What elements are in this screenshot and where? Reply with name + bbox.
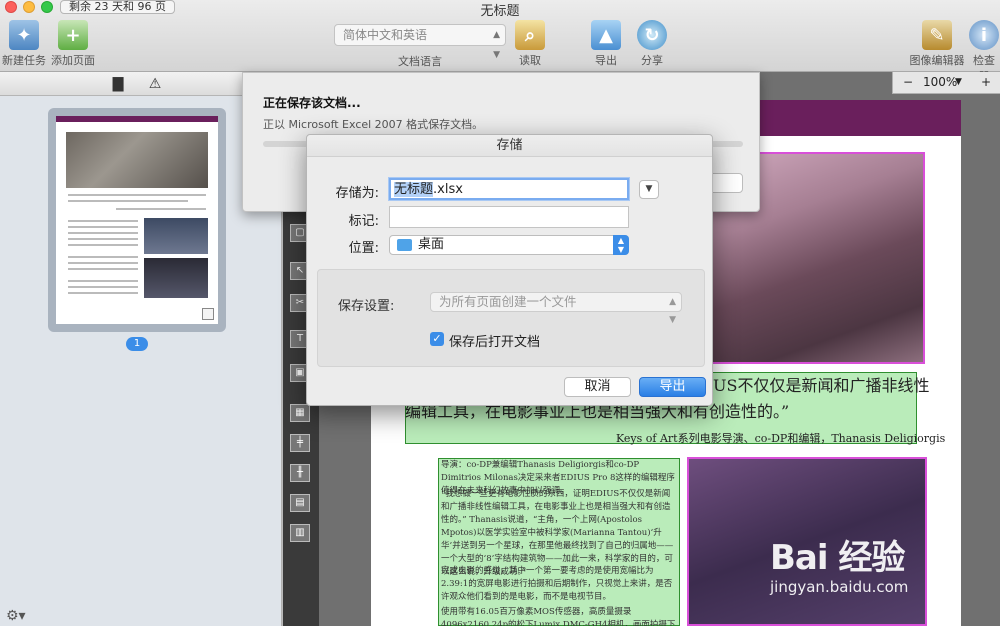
filename-selected: 无标题 bbox=[394, 182, 434, 197]
quote-tail: US不仅仅是新闻和广播非线性 bbox=[713, 376, 930, 395]
cancel-button[interactable]: 取消 bbox=[564, 377, 631, 397]
tags-label: 标记: bbox=[348, 214, 379, 229]
add-row-icon[interactable]: ╫ bbox=[290, 464, 310, 482]
checkmark-icon: ✓ bbox=[432, 332, 442, 345]
export-confirm-button[interactable]: 导出 bbox=[639, 377, 706, 397]
export-label: 导出 bbox=[595, 54, 617, 67]
location-value: 桌面 bbox=[418, 237, 445, 252]
page-number-badge: 1 bbox=[126, 337, 148, 351]
share-button[interactable]: ↻ 分享 bbox=[634, 20, 670, 68]
new-task-label: 新建任务 bbox=[2, 54, 46, 67]
read-button[interactable]: ⌕ 读取 bbox=[514, 20, 546, 68]
read-magnifier-icon: ⌕ bbox=[515, 20, 545, 50]
saving-title: 正在保存该文档... bbox=[263, 96, 361, 110]
wand-icon: ✦ bbox=[9, 20, 39, 50]
body-paragraph-4: 使用带有16.05百万像素MOS传感器，高质量摄录4096x2160 24p的松… bbox=[441, 607, 676, 626]
save-dialog: 存储 存储为: 无标题.xlsx ▼ 标记: 位置: 桌面 ▲ ▼ 保存设置: 为… bbox=[306, 134, 713, 406]
saving-subtitle: 正以 Microsoft Excel 2007 格式保存文档。 bbox=[263, 118, 484, 131]
folder-icon bbox=[397, 239, 412, 251]
stepper-arrows-icon: ▲ ▼ bbox=[493, 30, 500, 60]
image-editor-icon: ✎ bbox=[922, 20, 952, 50]
tags-input[interactable] bbox=[389, 206, 629, 228]
zoom-in-button[interactable]: + bbox=[981, 75, 991, 89]
open-after-save-label[interactable]: 保存后打开文档 bbox=[449, 331, 540, 350]
read-label: 读取 bbox=[519, 54, 541, 67]
stepper-arrows-icon: ▲ ▼ bbox=[613, 235, 629, 255]
chevron-down-icon: ▼ bbox=[645, 184, 653, 194]
save-settings-label: 保存设置: bbox=[338, 299, 395, 314]
baidu-watermark: Bai 经验 jingyan.baidu.com bbox=[770, 530, 908, 596]
language-select[interactable]: 简体中文和英语 ▲ ▼ bbox=[334, 24, 506, 60]
share-label: 分享 bbox=[641, 54, 663, 67]
filename-extension: .xlsx bbox=[433, 182, 463, 197]
document-icon[interactable]: ▇ bbox=[109, 75, 127, 93]
page-thumbnail[interactable] bbox=[48, 108, 226, 332]
zoom-value[interactable]: 100% bbox=[923, 75, 957, 89]
image-editor-label: 图像编辑器 bbox=[909, 54, 965, 67]
where-label: 位置: bbox=[348, 241, 379, 256]
watermark-url: jingyan.baidu.com bbox=[770, 578, 909, 596]
add-page-button[interactable]: + 添加页面 bbox=[50, 20, 96, 68]
page-corner-icon bbox=[202, 308, 214, 320]
zoom-control: − 100% ▼ + bbox=[892, 72, 1000, 94]
add-page-label: 添加页面 bbox=[51, 54, 95, 67]
export-folder-icon: ▲ bbox=[591, 20, 621, 50]
image-editor-button[interactable]: ✎ 图像编辑器 bbox=[908, 20, 966, 68]
location-select[interactable]: 桌面 ▲ ▼ bbox=[389, 235, 629, 255]
language-value: 简体中文和英语 bbox=[343, 28, 428, 42]
language-label: 文档语言 bbox=[398, 55, 442, 68]
merge-cells-icon[interactable]: ▤ bbox=[290, 494, 310, 512]
thumbnail-page bbox=[56, 116, 218, 324]
sidebar-tabs: ▇ ⚠ bbox=[0, 72, 281, 96]
trial-badge[interactable]: 剩余 23 天和 96 页 bbox=[60, 0, 175, 14]
export-button[interactable]: ▲ 导出 bbox=[590, 20, 622, 68]
share-globe-icon: ↻ bbox=[637, 20, 667, 50]
save-settings-select[interactable]: 为所有页面创建一个文件 ▲ ▼ bbox=[430, 292, 682, 325]
open-after-save-checkbox[interactable]: ✓ bbox=[430, 332, 444, 346]
watermark-logo: Bai 经验 bbox=[770, 538, 905, 578]
chevron-down-icon[interactable]: ▼ bbox=[955, 77, 962, 87]
add-column-icon[interactable]: ╪ bbox=[290, 434, 310, 452]
new-task-button[interactable]: ✦ 新建任务 bbox=[2, 20, 46, 68]
window-toolbar: 无标题 剩余 23 天和 96 页 ✦ 新建任务 + 添加页面 简体中文和英语 … bbox=[0, 0, 1000, 83]
save-options-panel: 保存设置: 为所有页面创建一个文件 ▲ ▼ ✓ 保存后打开文档 bbox=[317, 269, 705, 367]
stepper-arrows-icon: ▲ ▼ bbox=[669, 297, 676, 325]
filename-input[interactable]: 无标题.xlsx bbox=[389, 178, 629, 200]
save-as-label: 存储为: bbox=[335, 186, 379, 201]
expand-dialog-button[interactable]: ▼ bbox=[639, 180, 659, 199]
info-icon: i bbox=[969, 20, 999, 50]
save-dialog-title: 存储 bbox=[307, 135, 712, 157]
gear-icon[interactable]: ⚙▾ bbox=[6, 608, 26, 624]
split-cells-icon[interactable]: ▥ bbox=[290, 524, 310, 542]
body-paragraph-3: 完成电影的感觉，其中一个第一要考虑的是使用宽幅比为2.39:1的宽屏电影进行拍摄… bbox=[441, 566, 673, 602]
table-area-icon[interactable]: ▦ bbox=[290, 404, 310, 422]
add-page-icon: + bbox=[58, 20, 88, 50]
warning-icon[interactable]: ⚠ bbox=[146, 75, 164, 93]
save-settings-value: 为所有页面创建一个文件 bbox=[439, 294, 577, 309]
quote-attribution: Keys of Art系列电影导演、co-DP和编辑，Thanasis Deli… bbox=[616, 432, 946, 445]
page-sidebar: ▇ ⚠ 1 ⚙▾ bbox=[0, 72, 282, 626]
zoom-out-button[interactable]: − bbox=[903, 75, 913, 89]
